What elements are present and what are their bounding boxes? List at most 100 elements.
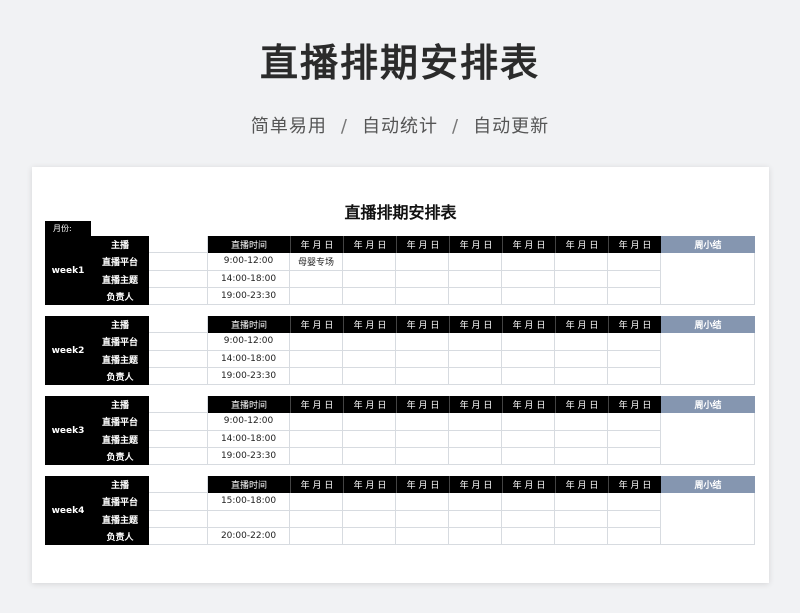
schedule-cell[interactable] bbox=[449, 253, 502, 271]
schedule-cell[interactable] bbox=[449, 447, 502, 465]
schedule-cell[interactable] bbox=[555, 493, 608, 511]
date-header[interactable]: 年 月 日 bbox=[555, 396, 608, 414]
schedule-cell[interactable] bbox=[502, 493, 555, 511]
schedule-cell[interactable] bbox=[555, 253, 608, 271]
schedule-cell[interactable] bbox=[290, 287, 343, 305]
date-header[interactable]: 年 月 日 bbox=[343, 316, 396, 334]
schedule-cell[interactable] bbox=[555, 510, 608, 528]
schedule-cell[interactable] bbox=[290, 333, 343, 351]
schedule-cell[interactable] bbox=[396, 430, 449, 448]
schedule-cell[interactable] bbox=[343, 367, 396, 385]
schedule-cell[interactable] bbox=[502, 287, 555, 305]
date-header[interactable]: 年 月 日 bbox=[502, 316, 555, 334]
time-slot-cell[interactable]: 14:00-18:00 bbox=[208, 350, 290, 368]
time-slot-cell[interactable]: 9:00-12:00 bbox=[208, 253, 290, 271]
schedule-cell[interactable] bbox=[555, 447, 608, 465]
schedule-cell[interactable] bbox=[502, 350, 555, 368]
date-header[interactable]: 年 月 日 bbox=[608, 476, 661, 494]
date-header[interactable]: 年 月 日 bbox=[608, 316, 661, 334]
date-header[interactable]: 年 月 日 bbox=[555, 316, 608, 334]
schedule-cell[interactable] bbox=[396, 493, 449, 511]
schedule-cell[interactable] bbox=[290, 527, 343, 545]
schedule-cell[interactable] bbox=[608, 287, 661, 305]
schedule-cell[interactable] bbox=[608, 527, 661, 545]
weekly-summary-cell[interactable] bbox=[661, 253, 755, 305]
schedule-cell[interactable] bbox=[449, 413, 502, 431]
schedule-cell[interactable] bbox=[555, 333, 608, 351]
schedule-cell[interactable] bbox=[502, 510, 555, 528]
row-value-cell[interactable] bbox=[149, 413, 208, 431]
schedule-cell[interactable] bbox=[502, 270, 555, 288]
schedule-cell[interactable] bbox=[608, 413, 661, 431]
row-value-cell[interactable] bbox=[149, 510, 208, 528]
weekly-summary-cell[interactable] bbox=[661, 413, 755, 465]
row-value-cell[interactable] bbox=[149, 430, 208, 448]
schedule-cell[interactable] bbox=[555, 430, 608, 448]
schedule-cell[interactable] bbox=[449, 367, 502, 385]
date-header[interactable]: 年 月 日 bbox=[555, 236, 608, 254]
anchor-name-cell[interactable] bbox=[149, 396, 208, 414]
schedule-cell[interactable] bbox=[343, 493, 396, 511]
schedule-cell[interactable] bbox=[396, 333, 449, 351]
schedule-cell[interactable] bbox=[449, 333, 502, 351]
row-value-cell[interactable] bbox=[149, 527, 208, 545]
date-header[interactable]: 年 月 日 bbox=[502, 396, 555, 414]
date-header[interactable]: 年 月 日 bbox=[396, 476, 449, 494]
schedule-cell[interactable] bbox=[290, 447, 343, 465]
time-slot-cell[interactable]: 19:00-23:30 bbox=[208, 367, 290, 385]
schedule-cell[interactable] bbox=[290, 430, 343, 448]
schedule-cell[interactable] bbox=[396, 350, 449, 368]
row-value-cell[interactable] bbox=[149, 287, 208, 305]
date-header[interactable]: 年 月 日 bbox=[449, 316, 502, 334]
schedule-cell[interactable] bbox=[555, 527, 608, 545]
date-header[interactable]: 年 月 日 bbox=[449, 476, 502, 494]
schedule-cell[interactable] bbox=[343, 287, 396, 305]
date-header[interactable]: 年 月 日 bbox=[449, 236, 502, 254]
date-header[interactable]: 年 月 日 bbox=[449, 396, 502, 414]
anchor-name-cell[interactable] bbox=[149, 316, 208, 334]
row-value-cell[interactable] bbox=[149, 493, 208, 511]
schedule-cell[interactable] bbox=[608, 510, 661, 528]
schedule-cell[interactable] bbox=[343, 527, 396, 545]
schedule-cell[interactable] bbox=[555, 413, 608, 431]
schedule-cell[interactable] bbox=[396, 270, 449, 288]
schedule-cell[interactable] bbox=[608, 270, 661, 288]
date-header[interactable]: 年 月 日 bbox=[396, 316, 449, 334]
schedule-cell[interactable] bbox=[396, 367, 449, 385]
time-slot-cell[interactable]: 9:00-12:00 bbox=[208, 413, 290, 431]
schedule-cell[interactable] bbox=[449, 510, 502, 528]
schedule-cell[interactable] bbox=[290, 493, 343, 511]
schedule-cell[interactable]: 母婴专场 bbox=[290, 253, 343, 271]
schedule-cell[interactable] bbox=[449, 493, 502, 511]
schedule-cell[interactable] bbox=[608, 253, 661, 271]
time-slot-cell[interactable]: 14:00-18:00 bbox=[208, 430, 290, 448]
schedule-cell[interactable] bbox=[555, 287, 608, 305]
schedule-cell[interactable] bbox=[608, 430, 661, 448]
anchor-name-cell[interactable] bbox=[149, 236, 208, 254]
schedule-cell[interactable] bbox=[343, 413, 396, 431]
row-value-cell[interactable] bbox=[149, 367, 208, 385]
date-header[interactable]: 年 月 日 bbox=[343, 476, 396, 494]
schedule-cell[interactable] bbox=[396, 527, 449, 545]
schedule-cell[interactable] bbox=[449, 430, 502, 448]
schedule-cell[interactable] bbox=[555, 350, 608, 368]
weekly-summary-cell[interactable] bbox=[661, 493, 755, 545]
schedule-cell[interactable] bbox=[396, 447, 449, 465]
schedule-cell[interactable] bbox=[343, 447, 396, 465]
time-slot-cell[interactable] bbox=[208, 510, 290, 528]
row-value-cell[interactable] bbox=[149, 270, 208, 288]
date-header[interactable]: 年 月 日 bbox=[396, 396, 449, 414]
schedule-cell[interactable] bbox=[396, 510, 449, 528]
time-slot-cell[interactable]: 19:00-23:30 bbox=[208, 287, 290, 305]
anchor-name-cell[interactable] bbox=[149, 476, 208, 494]
date-header[interactable]: 年 月 日 bbox=[290, 476, 343, 494]
row-value-cell[interactable] bbox=[149, 333, 208, 351]
time-slot-cell[interactable]: 20:00-22:00 bbox=[208, 527, 290, 545]
schedule-cell[interactable] bbox=[502, 253, 555, 271]
row-value-cell[interactable] bbox=[149, 447, 208, 465]
schedule-cell[interactable] bbox=[396, 253, 449, 271]
schedule-cell[interactable] bbox=[290, 367, 343, 385]
schedule-cell[interactable] bbox=[290, 413, 343, 431]
date-header[interactable]: 年 月 日 bbox=[502, 476, 555, 494]
date-header[interactable]: 年 月 日 bbox=[290, 396, 343, 414]
